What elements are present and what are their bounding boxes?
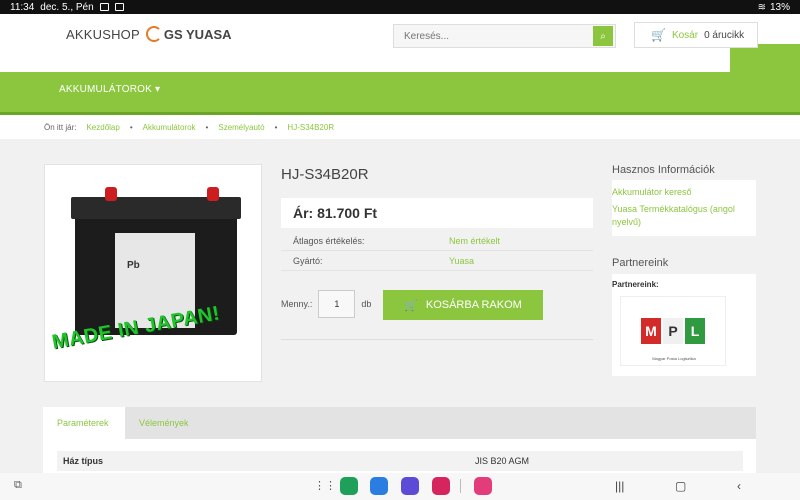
flower-app-icon[interactable] <box>474 477 492 495</box>
partners-box: Partnereink: M P L Magyar Posta Logiszti… <box>612 274 756 376</box>
cart-count: 0 árucikk <box>704 29 745 41</box>
breadcrumb-separator: • <box>274 122 278 132</box>
partners-title: Partnereink <box>612 257 669 269</box>
divider <box>281 339 593 340</box>
breadcrumb-prefix: Ön itt jár: <box>44 122 77 132</box>
rating-value[interactable]: Nem értékelt <box>449 236 500 246</box>
cart-icon: 🛒 <box>651 28 666 42</box>
back-icon[interactable]: ‹ <box>737 479 741 493</box>
quantity-unit: db <box>361 299 372 309</box>
internet-app-icon[interactable] <box>401 477 419 495</box>
add-to-cart-button[interactable]: 🛒 KOSÁRBA RAKOM <box>383 290 543 320</box>
search-icon: ⌕ <box>600 30 606 42</box>
status-battery: 13% <box>769 1 790 13</box>
breadcrumb-item-car[interactable]: Személyautó <box>218 123 264 132</box>
camera-app-icon[interactable] <box>432 477 450 495</box>
terminal-icon <box>207 187 219 201</box>
search-button[interactable]: ⌕ <box>593 26 613 46</box>
site-logo[interactable]: AKKUSHOP GS YUASA <box>66 26 232 42</box>
search-box: ⌕ <box>393 24 616 48</box>
phone-app-icon[interactable] <box>340 477 358 495</box>
cart-icon: 🛒 <box>404 299 418 312</box>
logo-text: AKKUSHOP <box>66 26 140 42</box>
nav-item-akkumulatorok[interactable]: AKKUMULÁTOROK ▾ <box>59 84 160 95</box>
messages-app-icon[interactable] <box>370 477 388 495</box>
gs-yuasa-icon <box>145 26 162 42</box>
brand-text: GS YUASA <box>163 26 232 42</box>
quantity-label: Menny.: <box>281 299 313 309</box>
param-row: Ház típus JIS B20 AGM <box>57 451 743 471</box>
param-value: JIS B20 AGM <box>475 456 530 466</box>
mpl-letter-l: L <box>685 318 705 344</box>
partners-label: Partnereink: <box>612 280 659 289</box>
terminal-icon <box>105 187 117 201</box>
maker-row: Gyártó: Yuasa <box>281 251 593 271</box>
link-battery-finder[interactable]: Akkumulátor kereső <box>612 186 756 199</box>
maker-value[interactable]: Yuasa <box>449 256 474 266</box>
android-nav-bar: ⧉ ⋮⋮ ||| ▢ ‹ <box>0 473 800 500</box>
dock-divider <box>460 479 461 493</box>
rating-row: Átlagos értékelés: Nem értékelt <box>281 231 593 251</box>
link-product-catalog[interactable]: Yuasa Termékkatalógus (angol nyelvű) <box>612 203 756 229</box>
tab-reviews[interactable]: Vélemények <box>125 407 203 439</box>
contact-icon <box>114 3 124 11</box>
breadcrumb-item-batteries[interactable]: Akkumulátorok <box>143 123 196 132</box>
brand-logo: GS YUASA <box>145 26 232 42</box>
search-input[interactable] <box>394 25 593 47</box>
quantity-row: Menny.: 1 db <box>281 290 371 318</box>
cart-label: Kosár <box>671 29 699 41</box>
product-tabs: Paraméterek Vélemények <box>43 407 756 439</box>
recent-apps-icon[interactable]: ||| <box>615 479 624 493</box>
price: Ár: 81.700 Ft <box>281 198 593 228</box>
gallery-icon <box>99 3 109 11</box>
quantity-input[interactable]: 1 <box>318 290 356 318</box>
product-title: HJ-S34B20R <box>281 166 369 183</box>
breadcrumb-item-home[interactable]: Kezdőlap <box>86 123 119 132</box>
info-title: Hasznos Információk <box>612 164 715 176</box>
product-image[interactable]: Pb MADE IN JAPAN! <box>44 164 262 382</box>
status-date: dec. 5., Pén <box>40 1 94 13</box>
wifi-icon: ≋ <box>757 1 766 13</box>
header-accent <box>730 44 800 72</box>
param-key: Ház típus <box>63 456 104 466</box>
status-time: 11:34 <box>10 1 35 13</box>
tab-parameters[interactable]: Paraméterek <box>43 407 125 439</box>
add-to-cart-label: KOSÁRBA RAKOM <box>425 299 522 311</box>
battery-pb-text: Pb <box>127 260 140 271</box>
breadcrumb: Ön itt jár: Kezdőlap • Akkumulátorok • S… <box>0 115 800 139</box>
mpl-caption: Magyar Posta Logisztika <box>652 356 696 361</box>
mpl-letter-m: M <box>641 318 661 344</box>
mpl-logo[interactable]: M P L Magyar Posta Logisztika <box>620 296 726 366</box>
site-header: AKKUSHOP GS YUASA ⌕ 🛒 Kosár 0 árucikk <box>0 14 800 72</box>
home-icon[interactable]: ▢ <box>675 479 686 493</box>
status-bar: 11:34 dec. 5., Pén ≋ 13% <box>0 0 800 14</box>
screenshot-icon[interactable]: ⧉ <box>14 479 22 492</box>
info-box: Akkumulátor kereső Yuasa Termékkatalógus… <box>612 180 756 236</box>
app-drawer-icon[interactable]: ⋮⋮ <box>314 479 336 492</box>
main-nav: AKKUMULÁTOROK ▾ <box>0 72 800 112</box>
breadcrumb-separator: • <box>205 122 209 132</box>
breadcrumb-separator: • <box>129 122 133 132</box>
rating-label: Átlagos értékelés: <box>293 235 365 246</box>
maker-label: Gyártó: <box>293 255 323 266</box>
cart-button[interactable]: 🛒 Kosár 0 árucikk <box>634 22 758 48</box>
mpl-letter-p: P <box>663 318 683 344</box>
breadcrumb-item-current[interactable]: HJ-S34B20R <box>287 123 334 132</box>
